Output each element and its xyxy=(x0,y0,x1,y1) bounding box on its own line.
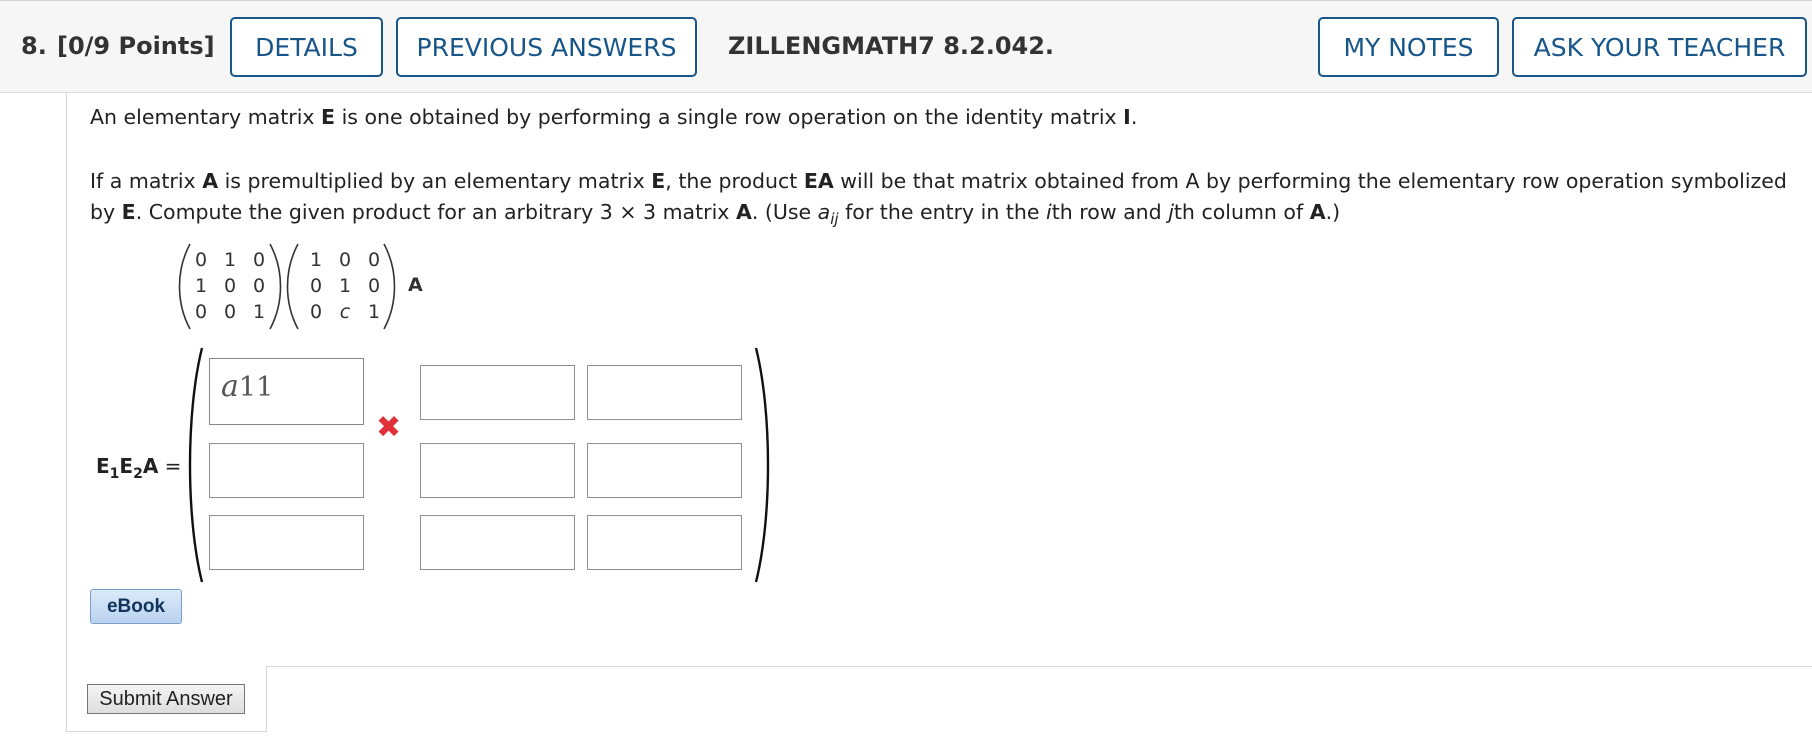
content-bottom-border xyxy=(66,731,266,732)
matrix-cell: c xyxy=(339,301,351,323)
ebook-button[interactable]: eBook xyxy=(90,589,182,624)
answer-input-r2c1[interactable] xyxy=(209,443,364,498)
matrix-cell: 0 xyxy=(252,275,266,297)
matrix-cell: 1 xyxy=(252,301,266,323)
problem-line-1: An elementary matrix E is one obtained b… xyxy=(90,105,1138,129)
answer-input-r3c3[interactable] xyxy=(587,515,742,570)
answer-input-r1c1[interactable]: a11 xyxy=(209,358,364,425)
question-id: ZILLENGMATH7 8.2.042. xyxy=(728,32,1055,60)
answer-subscript: 11 xyxy=(238,372,274,403)
question-points: [0/9 Points] xyxy=(57,32,215,60)
matrix-cell: 0 xyxy=(338,249,352,271)
product-label: E1E2A = xyxy=(96,454,182,482)
ask-your-teacher-button[interactable]: ASK YOUR TEACHER xyxy=(1512,17,1807,77)
answer-value: a xyxy=(221,369,239,404)
answer-input-r1c2[interactable] xyxy=(420,365,575,420)
matrix-cell: 0 xyxy=(367,249,381,271)
question-header: 8. [0/9 Points] DETAILS PREVIOUS ANSWERS… xyxy=(0,0,1812,93)
answer-input-r3c1[interactable] xyxy=(209,515,364,570)
matrix-cell: 0 xyxy=(252,249,266,271)
matrix-a-label: A xyxy=(408,274,423,296)
matrix-cell: 0 xyxy=(194,301,208,323)
previous-answers-button[interactable]: PREVIOUS ANSWERS xyxy=(396,17,697,77)
matrix-cell: 1 xyxy=(367,301,381,323)
answer-input-r2c2[interactable] xyxy=(420,443,575,498)
submit-divider-vertical xyxy=(266,666,267,732)
matrix-cell: 1 xyxy=(194,275,208,297)
matrix-cell: 0 xyxy=(309,301,323,323)
problem-line-2: If a matrix A is premultiplied by an ele… xyxy=(90,169,1787,193)
matrix-cell: 0 xyxy=(367,275,381,297)
submit-answer-button[interactable]: Submit Answer xyxy=(87,684,245,714)
matrix-cell: 0 xyxy=(223,301,237,323)
matrix-cell: 0 xyxy=(194,249,208,271)
matrix-cell: 0 xyxy=(223,275,237,297)
answer-input-r2c3[interactable] xyxy=(587,443,742,498)
matrix-cell: 1 xyxy=(338,275,352,297)
submit-divider xyxy=(266,666,1812,667)
matrix-cell: 0 xyxy=(309,275,323,297)
question-number: 8. xyxy=(21,32,47,60)
answer-input-r3c2[interactable] xyxy=(420,515,575,570)
details-button[interactable]: DETAILS xyxy=(230,17,383,77)
matrix-cell: 1 xyxy=(309,249,323,271)
x-mark-icon: ✖ xyxy=(376,410,402,445)
content-left-border xyxy=(66,93,67,731)
matrix-cell: 1 xyxy=(223,249,237,271)
my-notes-button[interactable]: MY NOTES xyxy=(1318,17,1499,77)
answer-input-r1c3[interactable] xyxy=(587,365,742,420)
problem-line-3: by E. Compute the given product for an a… xyxy=(90,200,1341,229)
